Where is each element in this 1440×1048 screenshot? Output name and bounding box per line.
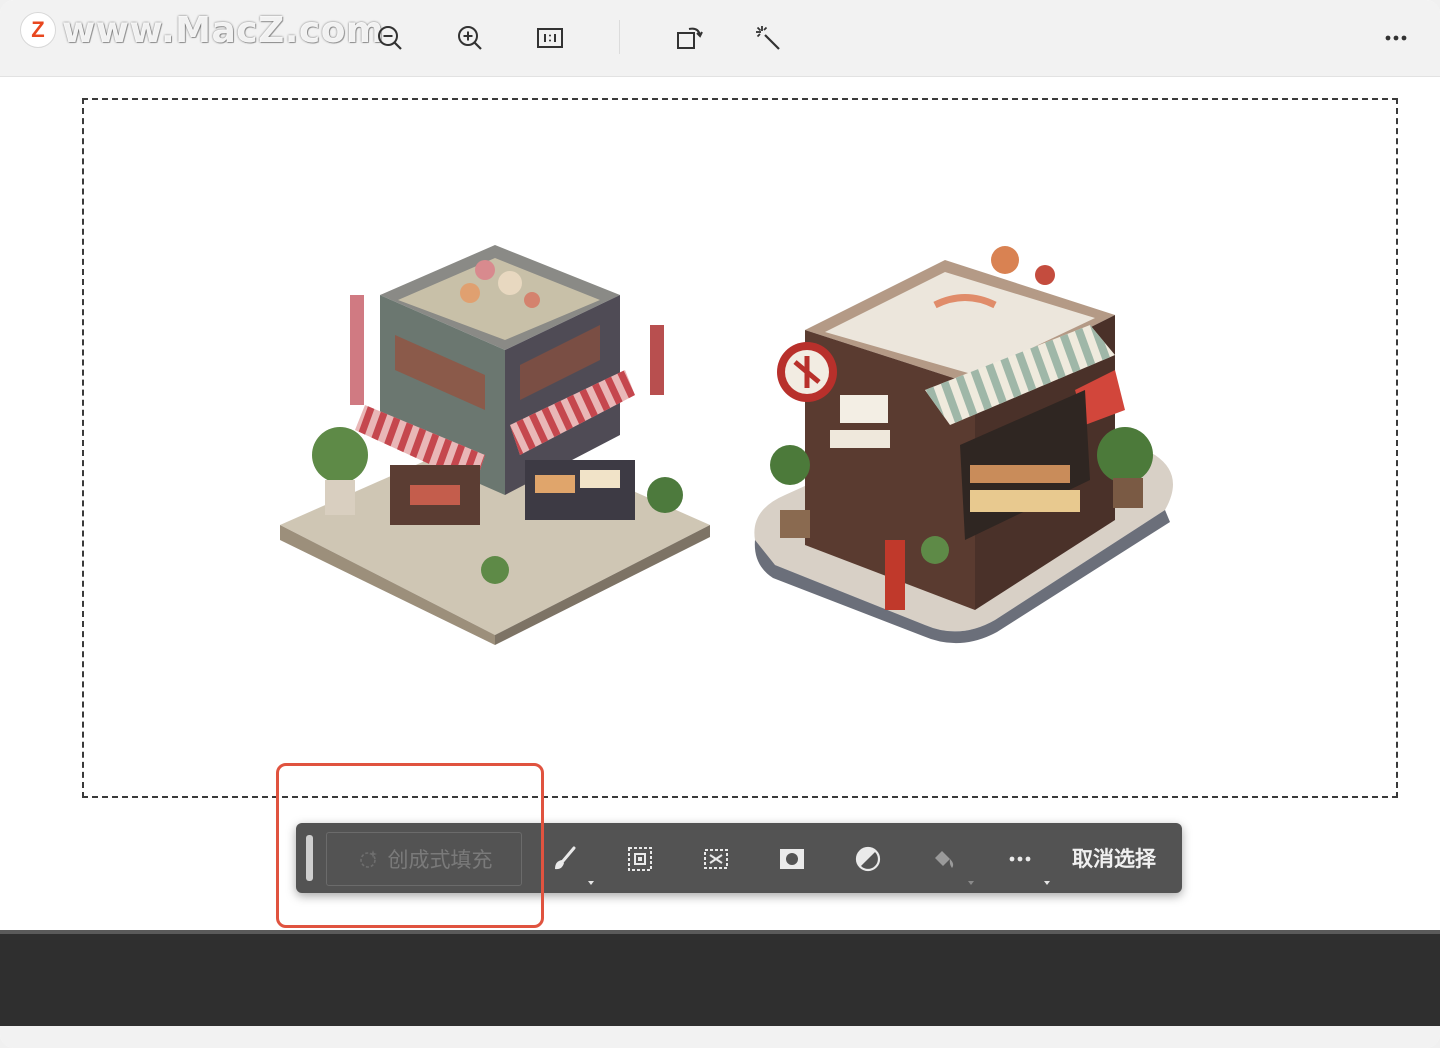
more-options-button[interactable] <box>1378 20 1414 56</box>
brush-dropdown-caret[interactable] <box>588 881 594 885</box>
select-subject-button[interactable] <box>622 841 658 877</box>
watermark: Z www.MacZ.com <box>20 10 384 50</box>
bottom-panel <box>0 934 1440 1026</box>
zoom-in-button[interactable] <box>452 20 488 56</box>
adjustment-icon <box>853 844 883 874</box>
fill-icon <box>929 844 959 874</box>
mask-button[interactable] <box>774 841 810 877</box>
zoom-out-icon <box>375 23 405 53</box>
more-icon <box>1005 844 1035 874</box>
zoom-out-button[interactable] <box>372 20 408 56</box>
fill-dropdown-caret[interactable] <box>968 881 974 885</box>
adjustment-layer-button[interactable] <box>850 841 886 877</box>
rotate-icon <box>674 23 704 53</box>
mask-icon <box>777 844 807 874</box>
deselect-button[interactable]: 取消选择 <box>1072 843 1156 873</box>
isometric-japanese-shop-illustration <box>745 220 1185 660</box>
app-window: Z www.MacZ.com <box>0 0 1440 1048</box>
top-toolbar: Z www.MacZ.com <box>0 0 1440 77</box>
magic-wand-icon <box>753 23 783 53</box>
zoom-in-icon <box>455 23 485 53</box>
magic-wand-button[interactable] <box>750 20 786 56</box>
bottom-margin <box>0 1026 1440 1048</box>
brush-button[interactable] <box>546 841 582 877</box>
more-dropdown-caret[interactable] <box>1044 881 1050 885</box>
watermark-text: www.MacZ.com <box>62 10 384 51</box>
invert-selection-icon <box>701 844 731 874</box>
fill-button[interactable] <box>926 841 962 877</box>
actual-size-button[interactable] <box>532 20 568 56</box>
select-subject-icon <box>625 844 655 874</box>
toolbar-divider <box>619 20 620 54</box>
brush-icon <box>549 844 579 874</box>
isometric-pink-shop-illustration <box>270 225 720 655</box>
highlight-annotation-box <box>276 763 544 928</box>
actual-size-icon <box>535 23 565 53</box>
rotate-button[interactable] <box>671 20 707 56</box>
invert-selection-button[interactable] <box>698 841 734 877</box>
more-icon <box>1381 23 1411 53</box>
taskbar-more-button[interactable] <box>1002 841 1038 877</box>
watermark-logo: Z <box>20 12 56 48</box>
